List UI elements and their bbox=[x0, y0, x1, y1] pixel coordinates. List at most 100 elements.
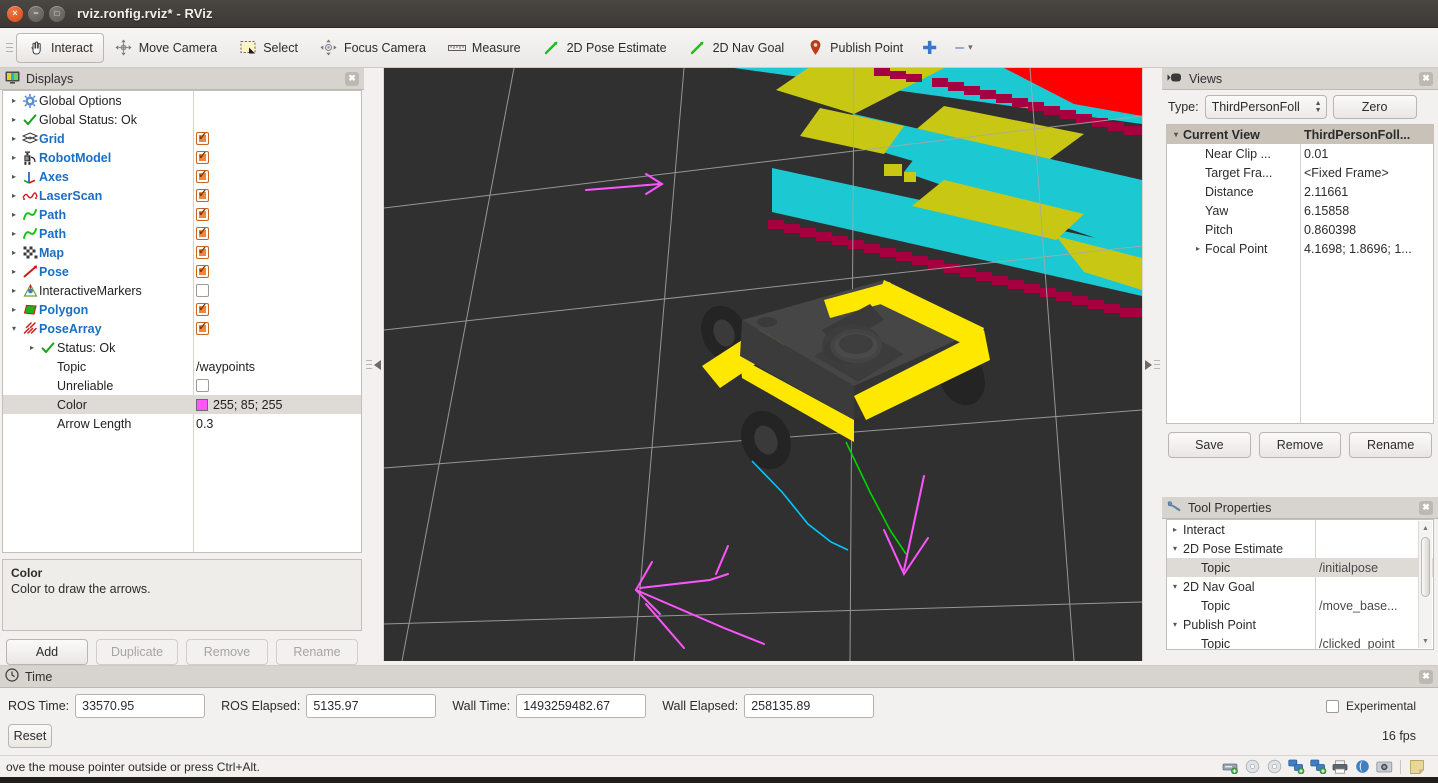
wall-time-input[interactable]: 1493259482.67 bbox=[516, 694, 647, 718]
tool-property-row[interactable]: ▾ 2D Nav Goal bbox=[1167, 577, 1433, 596]
left-panel-collapse-handle[interactable] bbox=[364, 68, 384, 661]
network-icon[interactable] bbox=[1287, 759, 1305, 775]
chevron-right-icon[interactable]: ▸ bbox=[7, 191, 21, 200]
enable-checkbox[interactable] bbox=[196, 189, 209, 202]
display-tree-value[interactable] bbox=[196, 284, 209, 297]
display-tree-value[interactable] bbox=[196, 132, 209, 145]
chevron-right-icon[interactable]: ▸ bbox=[25, 343, 39, 352]
tool-property-row[interactable]: ▾ 2D Pose Estimate bbox=[1167, 539, 1433, 558]
views-tree-row[interactable]: Pitch 0.860398 bbox=[1167, 220, 1433, 239]
chevron-right-icon[interactable]: ▸ bbox=[7, 248, 21, 257]
enable-checkbox[interactable] bbox=[196, 170, 209, 183]
enable-checkbox[interactable] bbox=[196, 208, 209, 221]
enable-checkbox[interactable] bbox=[196, 132, 209, 145]
display-tree-value[interactable] bbox=[196, 189, 209, 202]
wall-elapsed-input[interactable]: 258135.89 bbox=[744, 694, 875, 718]
enable-checkbox[interactable] bbox=[196, 265, 209, 278]
display-tree-value[interactable] bbox=[196, 379, 209, 392]
views-tree-row[interactable]: ▸ Focal Point 4.1698; 1.8696; 1... bbox=[1167, 239, 1433, 258]
close-icon[interactable]: ✖ bbox=[1419, 669, 1433, 684]
window-minimize-button[interactable]: − bbox=[28, 5, 44, 22]
tool-select[interactable]: Select bbox=[228, 33, 309, 63]
displays-tree[interactable]: ▸ Global Options ▸ Global Status: Ok ▸ Grid ▸ R… bbox=[2, 90, 362, 553]
enable-checkbox[interactable] bbox=[196, 246, 209, 259]
save-view-button[interactable]: Save bbox=[1168, 432, 1251, 458]
display-tree-row[interactable]: ▸ Status: Ok bbox=[3, 338, 361, 357]
color-swatch[interactable] bbox=[196, 398, 208, 411]
chevron-down-icon[interactable]: ▾ bbox=[7, 324, 21, 333]
tool-properties-scrollbar[interactable]: ▲ ▼ bbox=[1418, 521, 1432, 648]
note-icon[interactable] bbox=[1408, 759, 1426, 775]
chevron-down-icon[interactable]: ▾ bbox=[1167, 620, 1183, 629]
chevron-right-icon[interactable]: ▸ bbox=[7, 210, 21, 219]
add-tool-button[interactable]: ✚ bbox=[914, 39, 945, 57]
printer-icon[interactable] bbox=[1331, 759, 1349, 775]
close-icon[interactable]: ✖ bbox=[1419, 71, 1433, 86]
display-tree-row[interactable]: ▸ Path bbox=[3, 205, 361, 224]
display-tree-value[interactable] bbox=[196, 303, 209, 316]
3d-render-viewport[interactable] bbox=[384, 68, 1142, 661]
tool-property-row[interactable]: ▾ Publish Point bbox=[1167, 615, 1433, 634]
disc-icon[interactable] bbox=[1265, 759, 1283, 775]
ros-elapsed-input[interactable]: 5135.97 bbox=[306, 694, 437, 718]
remove-view-button[interactable]: Remove bbox=[1258, 432, 1342, 458]
rename-view-button[interactable]: Rename bbox=[1349, 432, 1433, 458]
add-display-button[interactable]: Add bbox=[6, 639, 88, 665]
chevron-right-icon[interactable]: ▸ bbox=[7, 172, 21, 181]
display-tree-row[interactable]: ▸ Map bbox=[3, 243, 361, 262]
chevron-right-icon[interactable]: ▸ bbox=[1167, 525, 1183, 534]
views-tree-row[interactable]: Yaw 6.15858 bbox=[1167, 201, 1433, 220]
experimental-checkbox[interactable] bbox=[1325, 699, 1339, 713]
views-tree-row[interactable]: Near Clip ... 0.01 bbox=[1167, 144, 1433, 163]
tool-property-row[interactable]: Topic/clicked_point bbox=[1167, 634, 1433, 650]
display-tree-row[interactable]: ▸ Axes bbox=[3, 167, 361, 186]
display-tree-value[interactable] bbox=[196, 265, 209, 278]
display-tree-value[interactable] bbox=[196, 246, 209, 259]
tool-2d-nav-goal[interactable]: 2D Nav Goal bbox=[678, 33, 796, 63]
chevron-down-icon[interactable]: ▾ bbox=[964, 42, 973, 53]
zero-view-button[interactable]: Zero bbox=[1332, 95, 1417, 119]
display-tree-row[interactable]: Arrow Length 0.3 bbox=[3, 414, 361, 433]
display-tree-row[interactable]: ▸ Grid bbox=[3, 129, 361, 148]
tool-measure[interactable]: Measure bbox=[437, 33, 532, 63]
display-tree-row[interactable]: ▸ InteractiveMarkers bbox=[3, 281, 361, 300]
display-tree-value[interactable] bbox=[196, 227, 209, 240]
display-tree-value[interactable] bbox=[196, 208, 209, 221]
remove-tool-button[interactable]: – bbox=[945, 39, 964, 56]
close-icon[interactable]: ✖ bbox=[345, 71, 359, 86]
enable-checkbox[interactable] bbox=[196, 284, 209, 297]
window-maximize-button[interactable]: □ bbox=[49, 5, 65, 22]
chevron-right-icon[interactable]: ▸ bbox=[7, 229, 21, 238]
display-tree-value[interactable]: /waypoints bbox=[196, 360, 255, 374]
tool-property-row[interactable]: Topic/initialpose bbox=[1167, 558, 1433, 577]
views-tree-row[interactable]: ▾ Current View ThirdPersonFoll... bbox=[1167, 125, 1433, 144]
tool-move-camera[interactable]: Move Camera bbox=[104, 33, 229, 63]
tool-property-row[interactable]: ▸ Interact bbox=[1167, 520, 1433, 539]
view-type-combobox[interactable]: ThirdPersonFoll ▲ ▼ bbox=[1204, 95, 1327, 119]
display-tree-row[interactable]: ▸ RobotModel bbox=[3, 148, 361, 167]
right-panel-collapse-handle[interactable] bbox=[1142, 68, 1162, 661]
ubuntu-icon[interactable] bbox=[1353, 759, 1371, 775]
enable-checkbox[interactable] bbox=[196, 303, 209, 316]
tool-properties-tree[interactable]: ▸ Interact ▾ 2D Pose Estimate Topic/initialp… bbox=[1166, 519, 1434, 650]
views-tree-row[interactable]: Target Fra... <Fixed Frame> bbox=[1167, 163, 1433, 182]
chevron-right-icon[interactable]: ▸ bbox=[7, 115, 21, 124]
display-tree-value[interactable] bbox=[196, 151, 209, 164]
display-tree-value[interactable]: 0.3 bbox=[196, 417, 213, 431]
tool-property-row[interactable]: Topic/move_base... bbox=[1167, 596, 1433, 615]
experimental-toggle[interactable]: Experimental bbox=[1325, 699, 1430, 713]
tool-focus-camera[interactable]: Focus Camera bbox=[309, 33, 437, 63]
scroll-up-icon[interactable]: ▲ bbox=[1419, 521, 1432, 535]
ros-time-input[interactable]: 33570.95 bbox=[75, 694, 206, 718]
display-tree-value[interactable] bbox=[196, 170, 209, 183]
views-tree[interactable]: ▾ Current View ThirdPersonFoll... Near Clip… bbox=[1166, 124, 1434, 424]
enable-checkbox[interactable] bbox=[196, 151, 209, 164]
display-tree-row[interactable]: ▸ Global Options bbox=[3, 91, 361, 110]
chevron-right-icon[interactable]: ▸ bbox=[7, 267, 21, 276]
display-tree-row[interactable]: Topic/waypoints bbox=[3, 357, 361, 376]
chevron-right-icon[interactable]: ▸ bbox=[7, 153, 21, 162]
enable-checkbox[interactable] bbox=[196, 379, 209, 392]
drive-icon[interactable] bbox=[1221, 759, 1239, 775]
tool-2d-pose-estimate[interactable]: 2D Pose Estimate bbox=[532, 33, 678, 63]
views-tree-row[interactable]: Distance 2.11661 bbox=[1167, 182, 1433, 201]
